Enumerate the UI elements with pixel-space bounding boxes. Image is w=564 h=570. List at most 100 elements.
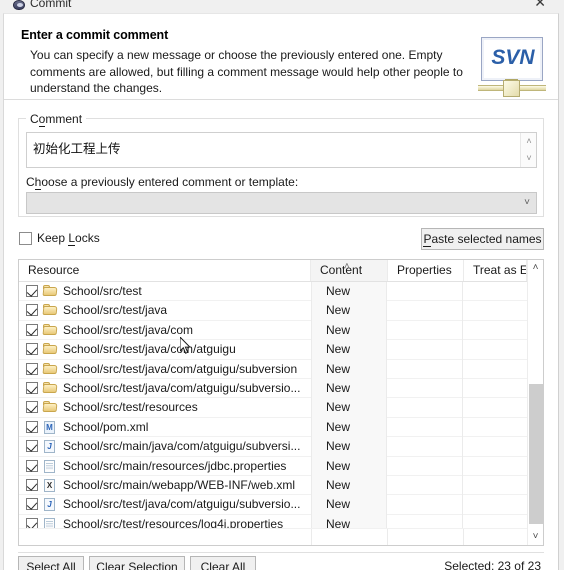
comment-input[interactable]: 初始化工程上传 ˄ ˅	[26, 132, 537, 168]
keep-locks-checkbox[interactable]	[19, 232, 32, 245]
row-content-status: New	[311, 340, 387, 360]
comment-scrollbar[interactable]: ˄ ˅	[520, 133, 536, 167]
row-resource-path: School/src/test/java/com/atguigu/subvers…	[63, 497, 301, 512]
row-checkbox[interactable]	[26, 459, 38, 472]
row-treat-as	[464, 360, 527, 379]
row-checkbox[interactable]	[26, 420, 38, 433]
row-treat-as	[464, 340, 527, 359]
row-resource-path: School/src/main/webapp/WEB-INF/web.xml	[63, 477, 296, 492]
row-checkbox[interactable]	[26, 323, 38, 336]
table-row[interactable]: School/src/test/java New	[19, 301, 527, 321]
row-treat-as	[464, 398, 527, 417]
row-resource-path: School/pom.xml	[63, 419, 149, 434]
select-all-button[interactable]: Select All	[18, 556, 84, 570]
table-row[interactable]: J School/src/test/java/com/atguigu/subver…	[19, 495, 527, 515]
row-treat-as	[464, 379, 527, 398]
row-content-status: New	[311, 495, 387, 515]
selection-status: Selected: 23 of 23	[444, 559, 541, 570]
row-content-status: New	[311, 398, 387, 418]
row-checkbox[interactable]	[26, 362, 38, 375]
scroll-up-icon[interactable]: ˄	[528, 260, 543, 276]
clear-selection-button[interactable]: Clear Selection	[89, 556, 185, 570]
chevron-down-icon[interactable]: ˅	[524, 197, 530, 208]
choose-template-label: Choose a previously entered comment or t…	[26, 175, 299, 190]
java-file-icon: J	[43, 498, 57, 512]
table-row[interactable]: School/src/test/java/com/atguigu New	[19, 340, 527, 360]
row-checkbox[interactable]	[26, 498, 38, 511]
row-treat-as	[464, 457, 527, 476]
row-resource-path: School/src/test/java/com/atguigu/subvers…	[63, 361, 298, 376]
template-dropdown[interactable]: ˅	[26, 192, 537, 214]
banner: Enter a commit comment You can specify a…	[4, 14, 558, 100]
row-resource-path: School/src/main/resources/jdbc.propertie…	[63, 458, 287, 473]
row-properties	[388, 398, 463, 418]
row-checkbox[interactable]	[26, 381, 38, 394]
row-checkbox[interactable]	[26, 304, 38, 317]
resource-table: Resource ˄ Content Properties Treat as E…	[18, 259, 544, 546]
xml-file-icon: M	[43, 420, 57, 434]
scroll-down-icon[interactable]: ˅	[521, 151, 537, 166]
row-checkbox[interactable]	[26, 285, 38, 297]
table-row[interactable]: School/src/test New	[19, 282, 527, 302]
row-resource-path: School/src/test/java/com/atguigu/subvers…	[63, 380, 301, 395]
row-treat-as	[464, 301, 527, 320]
comment-group-label: Comment	[26, 112, 87, 127]
scroll-down-icon[interactable]: ˅	[528, 529, 543, 545]
row-checkbox[interactable]	[26, 440, 38, 453]
table-header: Resource ˄ Content Properties Treat as E…	[19, 260, 543, 282]
table-row[interactable]: School/src/test/java/com/atguigu/subvers…	[19, 359, 527, 379]
row-properties	[388, 456, 463, 476]
row-content-status: New	[311, 417, 387, 438]
row-content-status: New	[311, 320, 387, 341]
table-row[interactable]: X School/src/main/webapp/WEB-INF/web.xml N…	[19, 475, 527, 496]
folder-icon	[42, 381, 58, 395]
row-checkbox[interactable]	[26, 343, 38, 356]
svn-logo: SVN	[478, 35, 546, 102]
column-header-content[interactable]: ˄ Content	[311, 260, 388, 281]
commit-dialog-window: Commit ✕ Enter a commit comment You can …	[0, 0, 564, 570]
table-row[interactable]: School/src/test/java/com/atguigu/subvers…	[19, 378, 527, 399]
table-vertical-scrollbar[interactable]: ˄ ˅	[527, 260, 543, 545]
folder-icon	[42, 285, 58, 298]
table-row[interactable]: M School/pom.xml New	[19, 417, 527, 438]
scroll-up-icon[interactable]: ˄	[521, 134, 537, 149]
row-content-status: New	[311, 301, 387, 321]
row-resource-path: School/src/test/resources	[63, 400, 198, 415]
row-content-status: New	[311, 282, 387, 302]
column-header-resource[interactable]: Resource	[19, 260, 311, 281]
folder-icon	[42, 343, 58, 356]
column-header-treat-as[interactable]: Treat as E...	[464, 260, 527, 281]
folder-icon	[42, 323, 58, 337]
row-properties	[388, 475, 463, 496]
row-resource-path: School/src/main/java/com/atguigu/subvers…	[63, 439, 301, 454]
row-properties	[388, 320, 463, 341]
table-body: School/src/test New School/src/test/java Ne…	[19, 282, 527, 546]
close-icon[interactable]: ✕	[534, 0, 546, 9]
table-row[interactable]: School/src/test/resources New	[19, 398, 527, 418]
row-properties	[388, 301, 463, 321]
scrollbar-thumb[interactable]	[529, 384, 543, 524]
row-content-status: New	[311, 359, 387, 379]
row-content-status: New	[311, 437, 387, 457]
keep-locks-label: Keep Locks	[37, 231, 100, 246]
row-checkbox[interactable]	[26, 401, 38, 414]
row-resource-path: School/src/test/java	[63, 303, 168, 318]
folder-icon	[42, 304, 58, 317]
row-resource-path: School/src/test/java/com	[63, 322, 194, 337]
banner-description: You can specify a new message or choose …	[30, 48, 463, 95]
clear-all-button[interactable]: Clear All	[190, 556, 256, 570]
svn-commit-icon	[12, 0, 26, 12]
row-treat-as	[464, 321, 527, 340]
table-row[interactable]: School/src/main/resources/jdbc.propertie…	[19, 456, 527, 476]
footer-divider	[18, 552, 544, 553]
column-header-properties[interactable]: Properties	[388, 260, 464, 281]
row-checkbox[interactable]	[26, 478, 38, 491]
dialog-body: Enter a commit comment You can specify a…	[3, 13, 559, 570]
table-row[interactable]: J School/src/main/java/com/atguigu/subver…	[19, 437, 527, 457]
row-resource-path: School/src/test/java/com/atguigu	[63, 342, 236, 357]
row-treat-as	[464, 282, 527, 301]
title-bar: Commit ✕	[0, 0, 564, 14]
paste-selected-names-button[interactable]: Paste selected names	[421, 228, 544, 250]
row-properties	[388, 359, 463, 379]
table-row[interactable]: School/src/test/java/com New	[19, 320, 527, 341]
